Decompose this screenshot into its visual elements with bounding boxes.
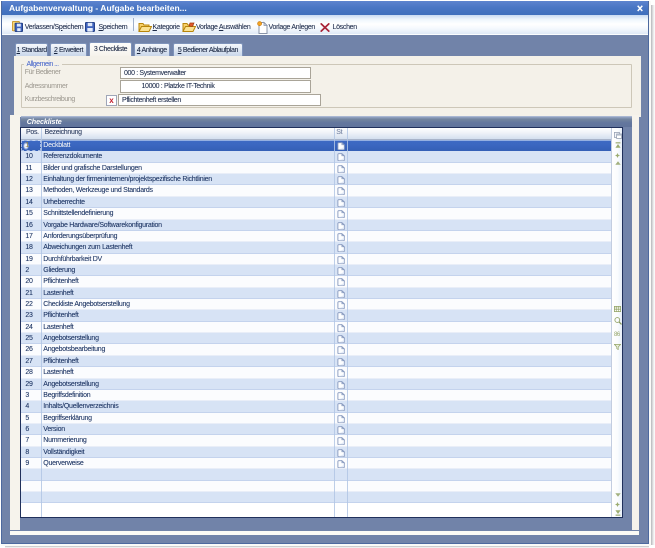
svg-text:86: 86 <box>614 332 621 337</box>
